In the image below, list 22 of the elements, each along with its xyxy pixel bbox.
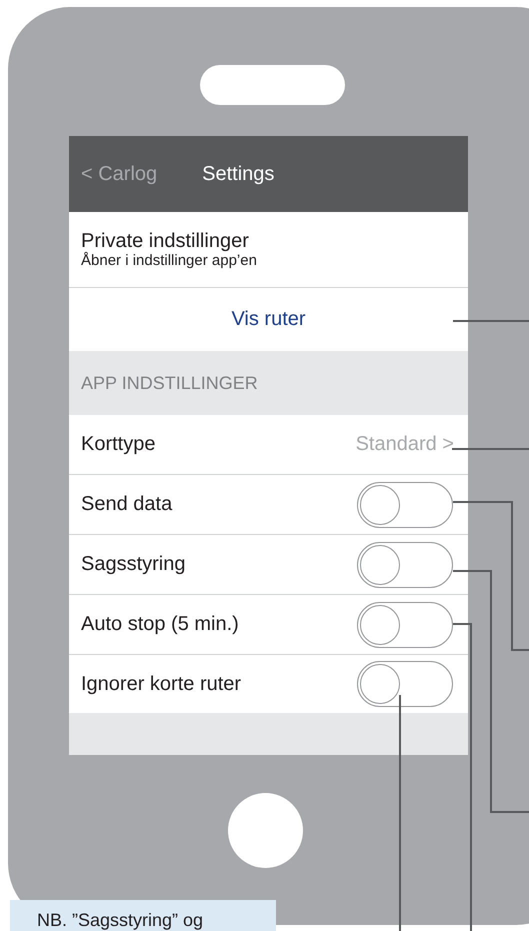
show-routes-link[interactable]: Vis ruter	[231, 308, 306, 331]
settings-row[interactable]: Sagsstyring	[69, 535, 468, 595]
row-subtitle: Åbner i indstillinger app’en	[81, 252, 258, 269]
settings-row[interactable]: Send data	[69, 475, 468, 535]
row-label: Korttype	[81, 433, 156, 456]
row-label: Auto stop (5 min.)	[81, 613, 239, 636]
row-label: Ignorer korte ruter	[81, 672, 242, 696]
settings-row[interactable]: Ignorer korte ruter	[69, 655, 468, 713]
settings-row[interactable]: Private indstillinger Åbner i indstillinger app’en	[69, 212, 468, 288]
section-header: APP INDSTILLINGER	[81, 372, 258, 394]
row-label: Sagsstyring	[81, 553, 186, 576]
toggle-switch[interactable]	[357, 482, 453, 528]
settings-row[interactable]: Korttype Standard >	[69, 415, 468, 475]
row-label: Send data	[81, 493, 172, 516]
note-text: NB. ”Sagsstyring” og	[37, 911, 204, 929]
row-value: Standard >	[356, 433, 454, 456]
nav-title: Settings	[202, 162, 274, 186]
toggle-switch[interactable]	[357, 661, 453, 707]
toggle-switch[interactable]	[357, 602, 453, 648]
settings-row[interactable]: Auto stop (5 min.)	[69, 595, 468, 655]
row-title: Private indstillinger	[81, 230, 250, 252]
toggle-switch[interactable]	[357, 542, 453, 588]
